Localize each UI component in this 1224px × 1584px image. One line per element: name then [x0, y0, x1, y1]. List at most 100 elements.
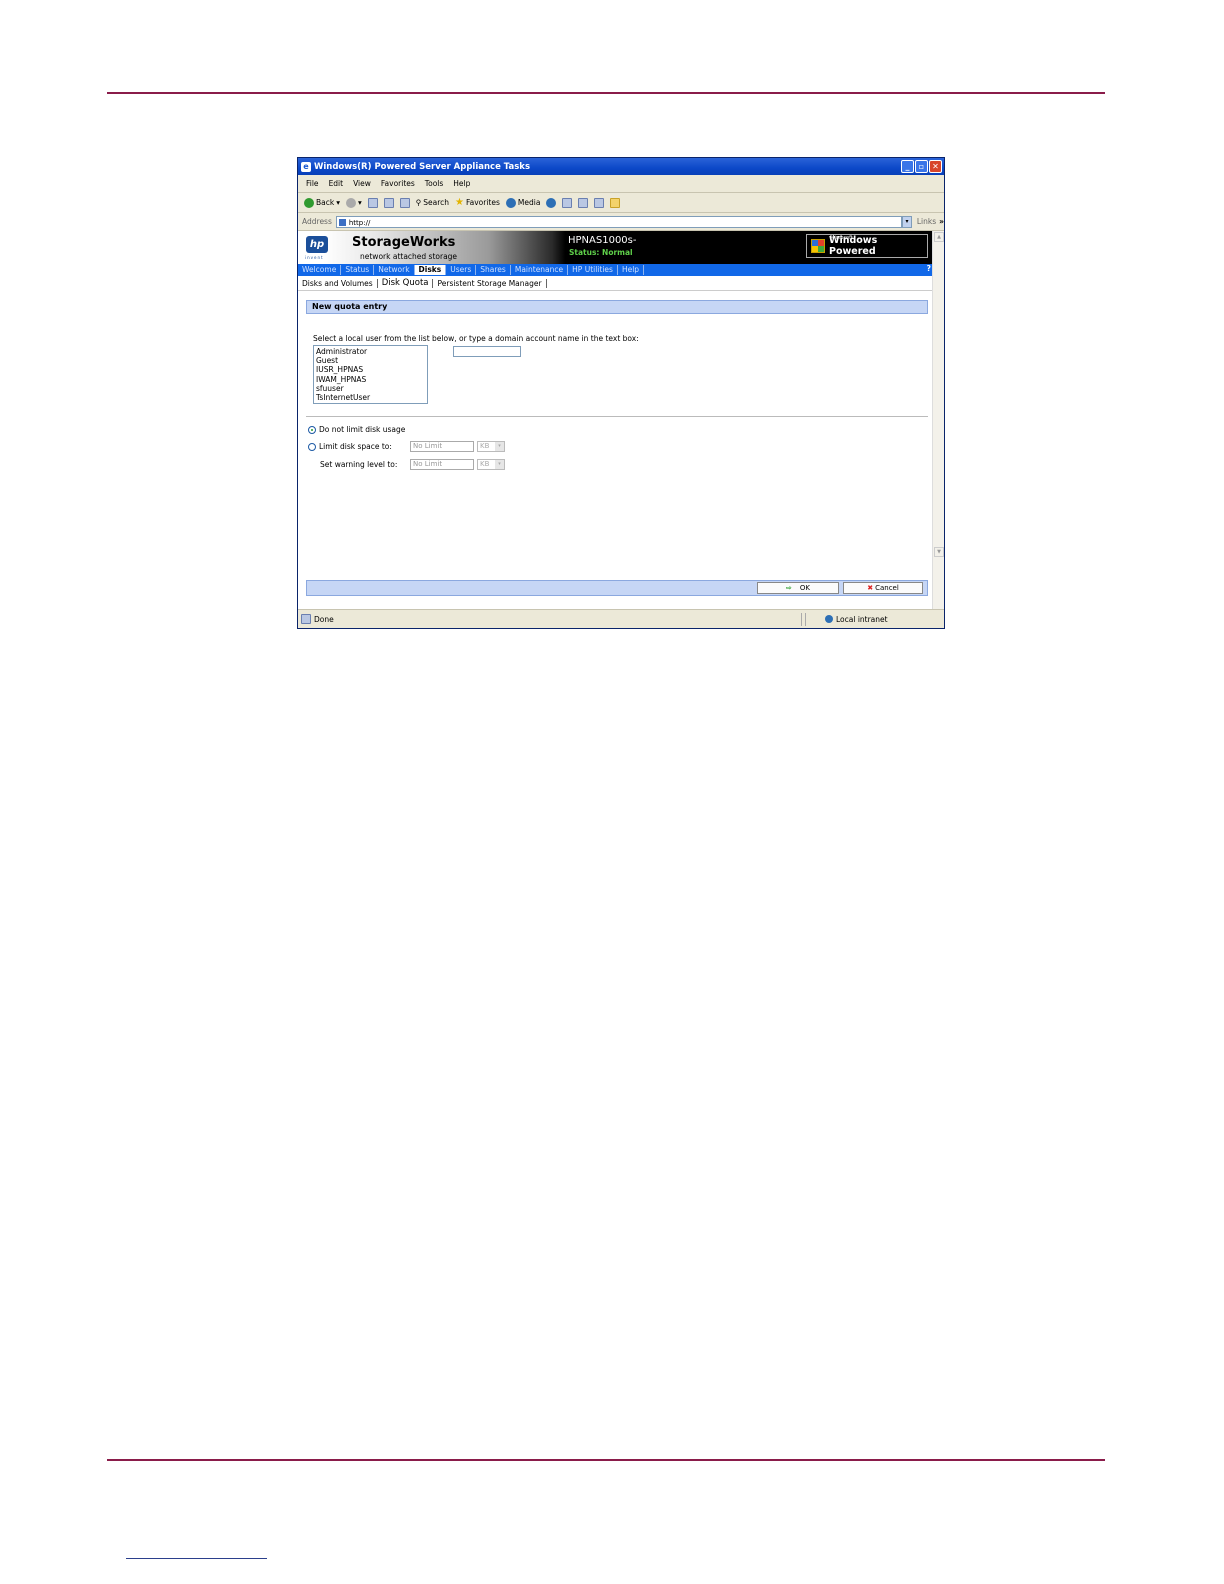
- cancel-x-icon: ✖: [867, 584, 874, 592]
- help-icon[interactable]: ?: [927, 264, 931, 273]
- list-item[interactable]: TsInternetUser: [316, 393, 425, 402]
- back-label: Back: [316, 198, 335, 207]
- status-done: Done: [298, 614, 801, 624]
- status-bar: Done Local intranet: [298, 609, 944, 628]
- scroll-up-icon[interactable]: ▲: [934, 232, 944, 242]
- menu-edit[interactable]: Edit: [329, 179, 344, 188]
- minimize-button[interactable]: _: [901, 160, 914, 173]
- limit-option[interactable]: Limit disk space to:: [308, 442, 392, 451]
- chevron-icon[interactable]: »: [939, 217, 944, 226]
- forward-button[interactable]: ▾: [345, 197, 362, 208]
- list-item[interactable]: Guest: [316, 356, 425, 365]
- no-limit-label: Do not limit disk usage: [319, 425, 406, 434]
- window-title: Windows(R) Powered Server Appliance Task…: [314, 161, 531, 172]
- search-label: Search: [423, 198, 450, 207]
- page-done-icon: [301, 614, 311, 624]
- tab-help[interactable]: Help: [618, 265, 645, 275]
- subnav-persistent-storage-manager[interactable]: Persistent Storage Manager: [433, 278, 547, 288]
- print-icon[interactable]: [578, 197, 589, 208]
- tab-welcome[interactable]: Welcome: [298, 265, 342, 275]
- sub-nav: Disks and Volumes Disk Quota Persistent …: [298, 276, 934, 291]
- warning-unit-select[interactable]: KB ▾: [477, 459, 505, 470]
- search-button[interactable]: ⚲ Search: [416, 198, 449, 207]
- history-icon[interactable]: [546, 197, 557, 208]
- favorites-button[interactable]: ★ Favorites: [455, 196, 500, 208]
- page-icon: [338, 218, 346, 226]
- address-label: Address: [302, 217, 332, 226]
- no-limit-radio[interactable]: [308, 425, 316, 434]
- status-separator: [805, 612, 806, 626]
- menu-view[interactable]: View: [353, 179, 371, 188]
- product-subtitle: network attached storage: [360, 252, 458, 261]
- stop-icon[interactable]: [367, 197, 378, 208]
- subnav-disks-and-volumes[interactable]: Disks and Volumes: [298, 278, 378, 288]
- list-item[interactable]: IWAM_HPNAS: [316, 375, 425, 384]
- tab-shares[interactable]: Shares: [476, 265, 511, 275]
- back-button[interactable]: Back ▾: [304, 197, 340, 208]
- storageworks-banner: hp invent StorageWorks network attached …: [298, 231, 934, 264]
- favorites-label: Favorites: [466, 198, 500, 207]
- messenger-icon[interactable]: [610, 197, 621, 208]
- cancel-button[interactable]: ✖ Cancel: [843, 582, 923, 594]
- tab-maintenance[interactable]: Maintenance: [511, 265, 569, 275]
- favorites-star-icon: ★: [455, 196, 464, 208]
- mail-icon[interactable]: [562, 197, 573, 208]
- tab-status[interactable]: Status: [341, 265, 375, 275]
- menu-help[interactable]: Help: [453, 179, 470, 188]
- back-arrow-icon: [304, 197, 314, 208]
- browser-window: e Windows(R) Powered Server Appliance Ta…: [297, 157, 945, 629]
- maximize-button[interactable]: ▫: [915, 160, 928, 173]
- menu-bar: File Edit View Favorites Tools Help: [298, 175, 944, 193]
- main-nav: Welcome Status Network Disks Users Share…: [298, 264, 934, 276]
- address-value: http://: [348, 218, 371, 227]
- limit-field[interactable]: No Limit: [410, 441, 474, 452]
- menu-favorites[interactable]: Favorites: [381, 179, 415, 188]
- media-label: Media: [517, 198, 541, 207]
- home-icon[interactable]: [399, 197, 410, 208]
- subnav-disk-quota[interactable]: Disk Quota: [378, 278, 434, 288]
- footer-rule: [107, 1459, 1105, 1461]
- tab-hp-utilities[interactable]: HP Utilities: [568, 265, 618, 275]
- address-bar: Address http:// ▾ Links »: [298, 213, 944, 231]
- no-limit-option[interactable]: Do not limit disk usage: [308, 425, 405, 434]
- tab-users[interactable]: Users: [446, 265, 477, 275]
- button-bar: ⇨ OK ✖ Cancel: [306, 580, 928, 596]
- tab-disks[interactable]: Disks: [414, 265, 447, 275]
- list-item[interactable]: Administrator: [316, 347, 425, 356]
- address-input[interactable]: http://: [335, 215, 903, 228]
- cancel-label: Cancel: [875, 584, 899, 592]
- host-name: HPNAS1000s-: [568, 235, 637, 246]
- limit-unit-select[interactable]: KB ▾: [477, 441, 505, 452]
- close-button[interactable]: ✕: [929, 160, 942, 173]
- windows-powered-logo: Microsoft Windows Powered: [806, 234, 928, 258]
- address-dropdown[interactable]: ▾: [902, 215, 912, 228]
- section-heading: New quota entry: [306, 300, 928, 314]
- forward-arrow-icon: [345, 197, 356, 208]
- vertical-scrollbar[interactable]: ▲ ▼: [932, 231, 944, 610]
- menu-tools[interactable]: Tools: [425, 179, 443, 188]
- arrow-right-icon: ⇨: [786, 584, 792, 592]
- ie-icon: e: [301, 161, 311, 172]
- page-content: hp invent StorageWorks network attached …: [298, 231, 934, 610]
- microsoft-text: Microsoft: [830, 235, 853, 241]
- edit-icon[interactable]: [594, 197, 605, 208]
- domain-account-input[interactable]: [453, 346, 521, 357]
- limit-radio[interactable]: [308, 442, 316, 451]
- media-icon: [505, 197, 516, 208]
- chevron-down-icon: ▾: [495, 460, 504, 469]
- list-item[interactable]: sfuuser: [316, 384, 425, 393]
- list-item[interactable]: IUSR_HPNAS: [316, 365, 425, 374]
- footer-link-underline: [126, 1558, 267, 1559]
- tab-network[interactable]: Network: [374, 265, 415, 275]
- links-label[interactable]: Links: [917, 217, 936, 226]
- media-button[interactable]: Media: [505, 197, 541, 208]
- system-status: Status: Normal: [569, 248, 633, 257]
- local-user-listbox[interactable]: Administrator Guest IUSR_HPNAS IWAM_HPNA…: [313, 345, 428, 404]
- refresh-icon[interactable]: [383, 197, 394, 208]
- ok-button[interactable]: ⇨ OK: [757, 582, 839, 594]
- warning-unit-value: KB: [480, 460, 490, 468]
- scroll-down-icon[interactable]: ▼: [934, 547, 944, 557]
- globe-icon: [825, 615, 833, 623]
- menu-file[interactable]: File: [306, 179, 319, 188]
- warning-field[interactable]: No Limit: [410, 459, 474, 470]
